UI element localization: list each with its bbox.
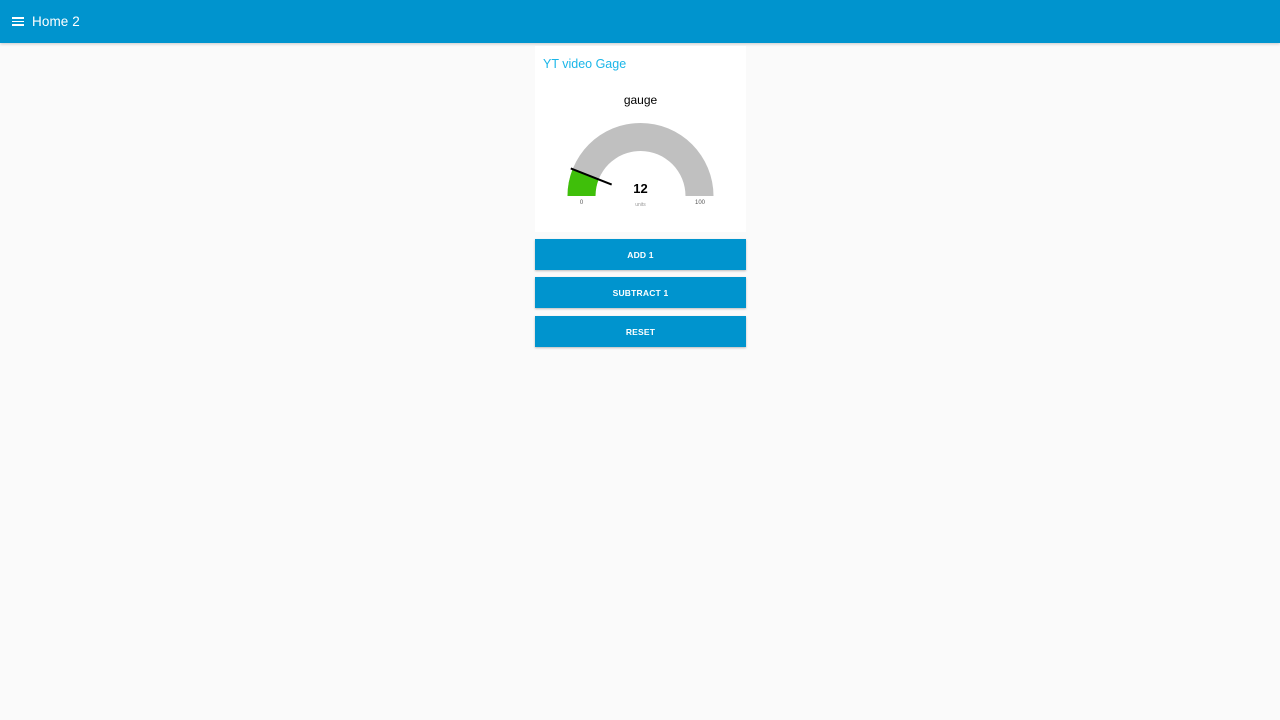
reset-button[interactable]: RESET [535,316,746,347]
gauge-group-card: YT video Gage gauge 12 units 0 100 [535,46,746,232]
gauge-units: units [635,202,646,208]
gauge-widget: 12 units 0 100 [567,123,714,208]
add-1-button[interactable]: ADD 1 [535,239,746,270]
gauge-min-label: 0 [580,200,584,206]
top-toolbar: Home 2 [0,0,1280,43]
page-title: Home 2 [32,14,80,29]
hamburger-menu-icon[interactable] [12,15,26,29]
gauge-value: 12 [633,181,647,196]
subtract-1-button[interactable]: SUBTRACT 1 [535,277,746,308]
gauge-max-label: 100 [695,200,706,206]
